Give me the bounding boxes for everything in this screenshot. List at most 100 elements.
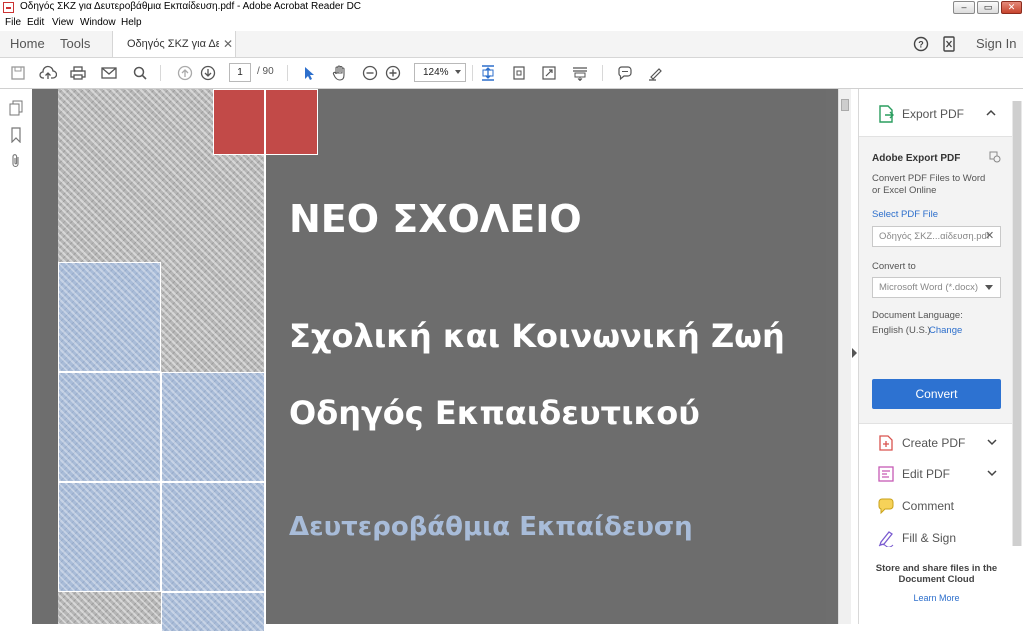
page-number-input[interactable]: 1 <box>229 63 251 82</box>
left-navigation-pane <box>0 89 38 624</box>
cover-title: ΝΕΟ ΣΧΟΛΕΙΟ <box>289 197 582 241</box>
comment-bubble-icon <box>877 497 895 515</box>
toolbar-divider <box>472 65 473 81</box>
close-button[interactable]: ✕ <box>1001 1 1022 14</box>
clear-file-icon[interactable]: ✕ <box>985 229 994 242</box>
page-thumbnails-icon[interactable] <box>7 99 25 117</box>
save-icon[interactable] <box>7 62 29 84</box>
print-icon[interactable] <box>67 62 89 84</box>
chevron-up-icon[interactable] <box>985 107 997 121</box>
window-title: Οδηγός ΣΚΖ για Δευτεροβάθμια Εκπαίδευση.… <box>20 1 362 12</box>
cloud-promo-line-1: Store and share files in the <box>875 563 998 574</box>
selected-file-name: Οδηγός ΣΚΖ...αίδευση.pdf <box>879 231 990 242</box>
convert-to-label: Convert to <box>872 261 916 272</box>
tool-comment[interactable]: Comment <box>859 492 1014 520</box>
cover-blue-block <box>58 482 161 592</box>
tool-label: Edit PDF <box>902 467 951 481</box>
document-viewer[interactable]: ΝΕΟ ΣΧΟΛΕΙΟ Σχολική και Κοινωνική Ζωή Οδ… <box>32 89 838 632</box>
tool-fill-sign[interactable]: Fill & Sign <box>859 524 1014 552</box>
pdf-page: ΝΕΟ ΣΧΟΛΕΙΟ Σχολική και Κοινωνική Ζωή Οδ… <box>58 89 826 632</box>
svg-text:?: ? <box>918 40 924 50</box>
fill-sign-pen-icon <box>877 529 895 548</box>
learn-more-link[interactable]: Learn More <box>859 593 1014 603</box>
acrobat-app-icon <box>3 2 14 13</box>
right-pane-scrollbar[interactable] <box>1012 101 1022 546</box>
tools-right-pane: Export PDF Adobe Export PDF Convert PDF … <box>858 89 1023 624</box>
cover-subtitle: Δευτεροβάθμια Εκπαίδευση <box>289 512 693 542</box>
mobile-link-icon[interactable] <box>940 35 958 53</box>
email-icon[interactable] <box>98 62 120 84</box>
document-scrollbar[interactable] <box>838 89 851 624</box>
chevron-down-icon[interactable] <box>986 467 998 481</box>
fit-page-icon[interactable] <box>477 62 499 84</box>
cover-line-1: Σχολική και Κοινωνική Ζωή <box>289 317 785 355</box>
export-description-line-2: or Excel Online <box>872 185 937 196</box>
menu-help[interactable]: Help <box>121 17 142 28</box>
zoom-in-icon[interactable] <box>382 62 404 84</box>
edit-pdf-icon <box>877 465 895 483</box>
close-tab-icon[interactable]: ✕ <box>223 31 233 57</box>
export-settings-icon[interactable] <box>989 151 1001 166</box>
maximize-button[interactable]: ▭ <box>977 1 999 14</box>
tool-create-pdf[interactable]: Create PDF <box>859 429 1014 457</box>
hand-tool-icon[interactable] <box>329 62 351 84</box>
document-language-value: English (U.S.) <box>872 325 931 336</box>
cover-blue-block <box>161 482 265 592</box>
zoom-level-select[interactable]: 124% <box>414 63 466 82</box>
page-total-label: / 90 <box>257 66 274 77</box>
search-icon[interactable] <box>129 62 151 84</box>
menu-edit[interactable]: Edit <box>27 17 44 28</box>
minimize-button[interactable]: – <box>953 1 975 14</box>
tab-document[interactable]: Οδηγός ΣΚΖ για Δε... ✕ <box>112 31 236 57</box>
cover-blue-block <box>58 372 161 482</box>
comment-icon[interactable] <box>614 62 636 84</box>
tool-label: Comment <box>902 499 955 513</box>
zoom-level-value: 124% <box>423 67 449 78</box>
tool-edit-pdf[interactable]: Edit PDF <box>859 460 1014 488</box>
document-tab-label: Οδηγός ΣΚΖ για Δε... <box>127 38 219 50</box>
document-language-label: Document Language: <box>872 310 963 321</box>
full-screen-icon[interactable] <box>538 62 560 84</box>
create-pdf-icon <box>877 434 895 452</box>
convert-format-select[interactable]: Microsoft Word (*.docx) <box>872 277 1001 298</box>
scrollbar-thumb[interactable] <box>1013 101 1021 546</box>
menu-window[interactable]: Window <box>80 17 116 28</box>
toolbar-divider <box>160 65 161 81</box>
cover-line-2: Οδηγός Εκπαιδευτικού <box>289 394 700 432</box>
scroll-mode-icon[interactable] <box>569 62 591 84</box>
scrollbar-thumb[interactable] <box>841 99 849 111</box>
document-cloud-promo: Store and share files in the Document Cl… <box>859 551 1014 624</box>
upload-cloud-icon[interactable] <box>37 62 59 84</box>
toolbar-divider <box>602 65 603 81</box>
tab-tools[interactable]: Tools <box>60 31 90 57</box>
highlight-pen-icon[interactable] <box>645 62 667 84</box>
export-pdf-panel: Adobe Export PDF Convert PDF Files to Wo… <box>859 136 1014 424</box>
menu-view[interactable]: View <box>52 17 74 28</box>
title-bar: Οδηγός ΣΚΖ για Δευτεροβάθμια Εκπαίδευση.… <box>0 0 1023 16</box>
cover-blue-block <box>161 372 265 482</box>
tab-home[interactable]: Home <box>10 31 45 57</box>
selected-file-field[interactable]: Οδηγός ΣΚΖ...αίδευση.pdf <box>872 226 1001 247</box>
change-language-link[interactable]: Change <box>929 325 962 336</box>
sign-in-link[interactable]: Sign In <box>976 31 1016 57</box>
collapse-right-pane-icon[interactable] <box>852 348 857 358</box>
select-cursor-icon[interactable] <box>298 62 320 84</box>
convert-button[interactable]: Convert <box>872 379 1001 409</box>
export-pdf-header[interactable]: Export PDF <box>859 99 1014 129</box>
bookmarks-icon[interactable] <box>7 126 25 144</box>
chevron-down-icon <box>455 70 461 74</box>
zoom-out-icon[interactable] <box>359 62 381 84</box>
attachments-icon[interactable] <box>7 152 25 170</box>
chevron-down-icon[interactable] <box>986 436 998 450</box>
select-pdf-file-link[interactable]: Select PDF File <box>872 209 938 220</box>
menu-file[interactable]: File <box>5 17 21 28</box>
rotate-view-icon[interactable] <box>508 62 530 84</box>
previous-page-icon[interactable] <box>174 62 196 84</box>
chevron-down-icon <box>985 285 993 290</box>
convert-format-value: Microsoft Word (*.docx) <box>879 282 979 293</box>
export-description-line-1: Convert PDF Files to Word <box>872 173 986 184</box>
tool-label: Fill & Sign <box>902 531 957 545</box>
toolbar-divider <box>287 65 288 81</box>
help-icon[interactable]: ? <box>912 35 930 53</box>
next-page-icon[interactable] <box>197 62 219 84</box>
